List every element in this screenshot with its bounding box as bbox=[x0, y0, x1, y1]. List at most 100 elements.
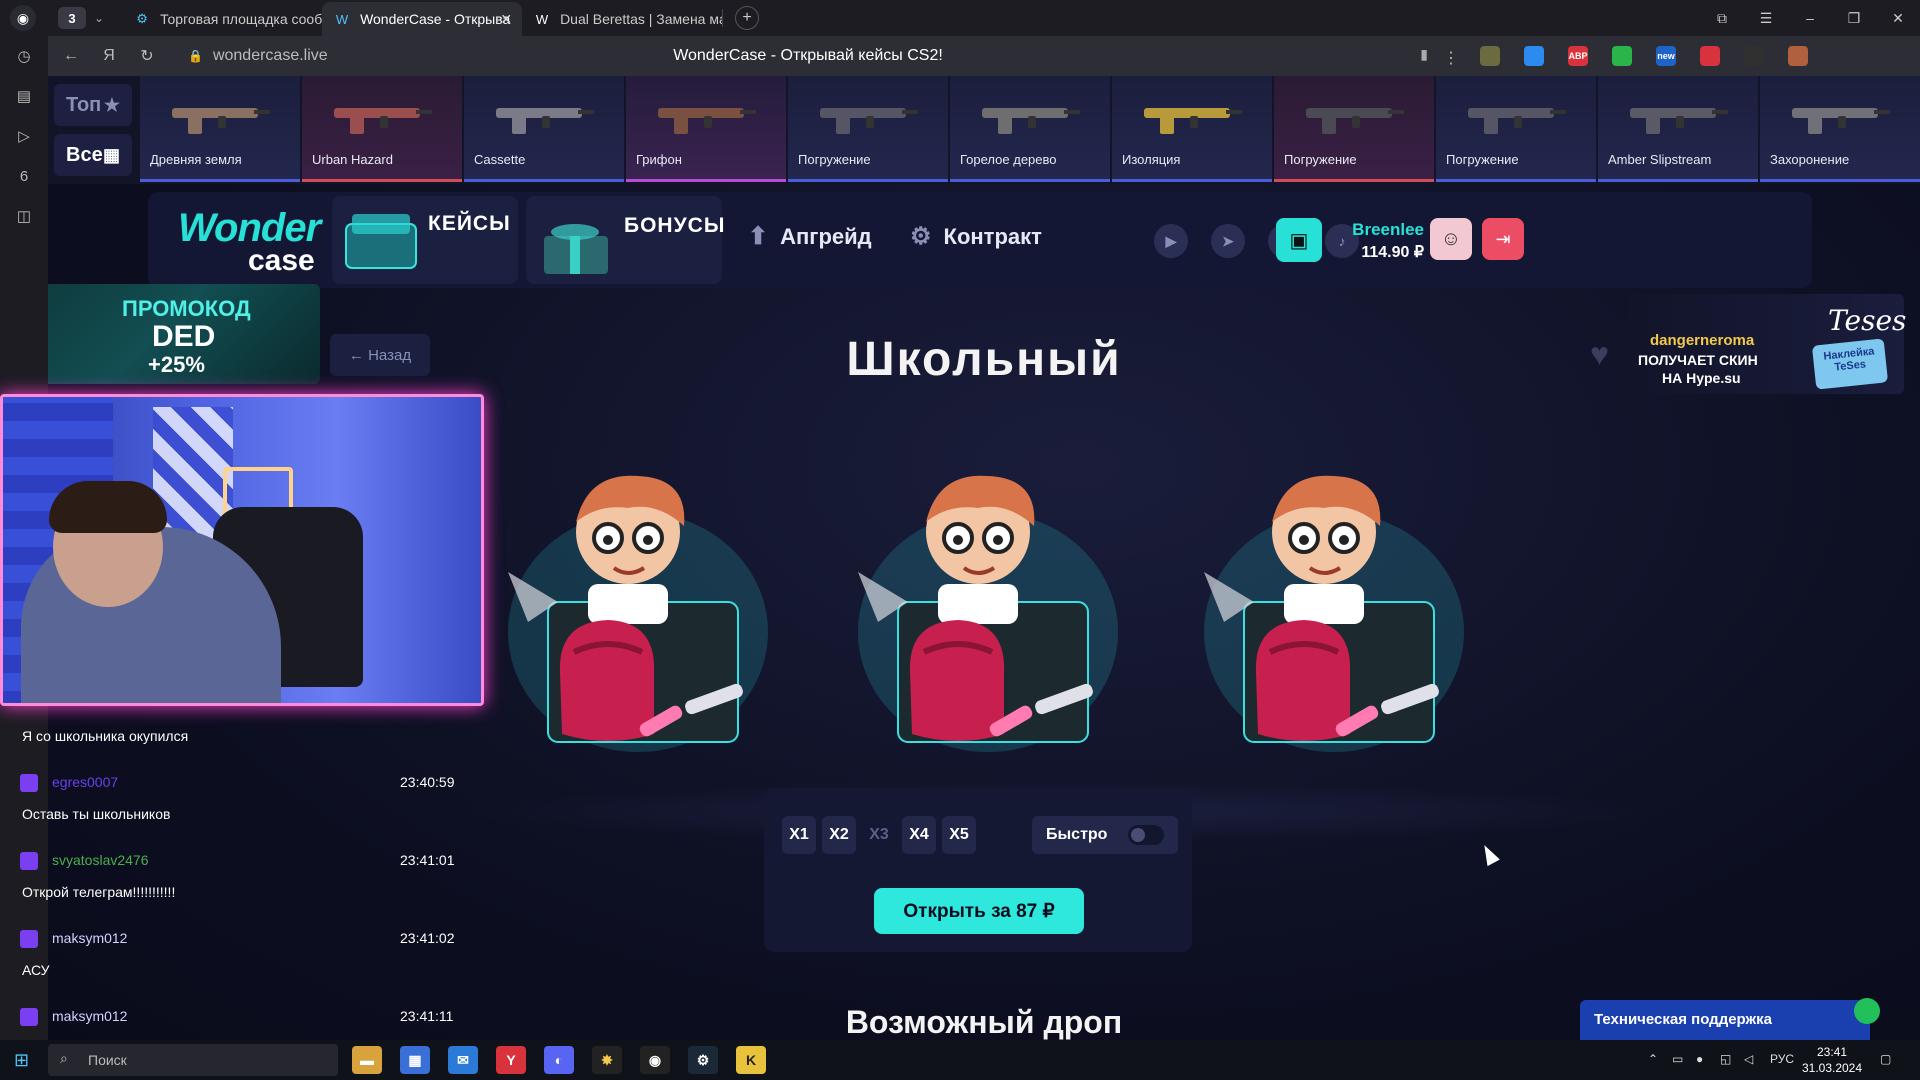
telegram-icon[interactable]: ➤ bbox=[1211, 224, 1245, 258]
drop-item[interactable]: Изоляция bbox=[1112, 76, 1272, 182]
mail-icon[interactable]: ✉ bbox=[448, 1046, 478, 1074]
tray-chevron-icon[interactable]: ⌃ bbox=[1648, 1052, 1658, 1066]
clock-date: 31.03.2024 bbox=[1801, 1061, 1863, 1075]
favorite-heart-icon[interactable]: ♥ bbox=[1590, 336, 1609, 373]
chevron-down-icon[interactable]: ⌄ bbox=[94, 11, 104, 25]
chat-username[interactable]: maksym012 bbox=[52, 930, 127, 946]
drop-item[interactable]: Горелое дерево bbox=[950, 76, 1110, 182]
extension-icon[interactable] bbox=[1524, 46, 1544, 66]
reload-icon[interactable]: ↻ bbox=[128, 46, 166, 66]
fast-toggle[interactable]: Быстро bbox=[1032, 816, 1178, 854]
grid-icon: ▦ bbox=[102, 144, 120, 165]
tray-volume-icon[interactable]: ◁ bbox=[1744, 1052, 1753, 1066]
weapon-skin-icon bbox=[820, 108, 918, 134]
multiplier-button[interactable]: X5 bbox=[942, 816, 976, 854]
tab-steam-market[interactable]: ⚙ Торговая площадка сооб bbox=[122, 2, 322, 36]
filter-top-button[interactable]: Топ ★ bbox=[54, 84, 132, 126]
nav-cases[interactable]: КЕЙСЫ bbox=[332, 196, 518, 284]
open-case-button[interactable]: Открыть за 87 ₽ bbox=[874, 888, 1084, 934]
wondercase-logo[interactable]: Wonder case bbox=[178, 206, 321, 277]
drop-item[interactable]: Amber Slipstream bbox=[1598, 76, 1758, 182]
minimize-icon[interactable]: – bbox=[1788, 10, 1832, 26]
store-icon[interactable]: ▦ bbox=[400, 1046, 430, 1074]
drop-item[interactable]: Погружение bbox=[1274, 76, 1434, 182]
tab-dual-berettas[interactable]: W Dual Berettas | Замена ма bbox=[522, 2, 722, 36]
menu-icon[interactable]: ☰ bbox=[1744, 10, 1788, 27]
nav-upgrade[interactable]: ⬆ Апгрейд bbox=[748, 222, 872, 251]
tray-wifi-icon[interactable]: ◱ bbox=[1720, 1052, 1731, 1066]
close-icon[interactable]: ✕ bbox=[500, 11, 512, 28]
app-sun-icon[interactable]: ✸ bbox=[592, 1046, 622, 1074]
chat-username[interactable]: egres0007 bbox=[52, 774, 118, 790]
play-icon[interactable]: ▷ bbox=[0, 116, 48, 156]
filter-all-button[interactable]: Все ▦ bbox=[54, 134, 132, 176]
youtube-icon[interactable]: ▶ bbox=[1154, 224, 1188, 258]
close-window-icon[interactable]: ✕ bbox=[1876, 10, 1920, 27]
taskbar-clock[interactable]: 23:41 31.03.2024 bbox=[1800, 1044, 1864, 1076]
fast-label: Быстро bbox=[1046, 826, 1108, 843]
extension-icon[interactable] bbox=[1612, 46, 1632, 66]
weapon-skin-icon bbox=[172, 108, 270, 134]
twitch-icon bbox=[20, 930, 38, 948]
wallet-button[interactable]: ▣ bbox=[1276, 218, 1322, 262]
discord-icon[interactable]: ◐ bbox=[544, 1046, 574, 1074]
user-name[interactable]: Breenlee bbox=[1348, 220, 1424, 240]
url-field[interactable]: 🔒 wondercase.live WonderCase - Открывай … bbox=[188, 42, 1428, 70]
bookmark-icon[interactable]: ▮ bbox=[1420, 46, 1428, 63]
chat-username[interactable]: maksym012 bbox=[52, 1008, 127, 1024]
chat-username[interactable]: svyatoslav2476 bbox=[52, 852, 149, 868]
six-icon[interactable]: 6 bbox=[0, 156, 48, 196]
nav-bonuses[interactable]: БОНУСЫ bbox=[526, 196, 724, 284]
drop-item[interactable]: Грифон bbox=[626, 76, 786, 182]
drop-item[interactable]: Cassette bbox=[464, 76, 624, 182]
screenshot-icon[interactable]: ◫ bbox=[0, 196, 48, 236]
logo-case: case bbox=[248, 244, 315, 277]
extension-icon[interactable]: ABP bbox=[1568, 46, 1588, 66]
tray-mic-icon[interactable]: ● bbox=[1696, 1052, 1703, 1066]
tray-network-icon[interactable]: ▭ bbox=[1672, 1052, 1683, 1066]
yandex-icon[interactable]: Я bbox=[90, 47, 128, 65]
tray-language[interactable]: РУС bbox=[1770, 1052, 1794, 1066]
extension-icon[interactable] bbox=[1480, 46, 1500, 66]
search-placeholder: Поиск bbox=[88, 1052, 127, 1068]
tab-wondercase[interactable]: W WonderCase - Открыва ✕ bbox=[322, 2, 523, 36]
page-title-text: WonderCase - Открывай кейсы CS2! bbox=[673, 47, 943, 64]
obs-icon[interactable]: ◉ bbox=[640, 1046, 670, 1074]
multiplier-button[interactable]: X1 bbox=[782, 816, 816, 854]
multiplier-button[interactable]: X2 bbox=[822, 816, 856, 854]
extension-icon[interactable] bbox=[1700, 46, 1720, 66]
extension-icon[interactable] bbox=[1744, 46, 1764, 66]
fast-switch[interactable] bbox=[1128, 825, 1164, 845]
drop-item[interactable]: Захоронение bbox=[1760, 76, 1920, 182]
drop-item[interactable]: Погружение bbox=[788, 76, 948, 182]
steam-taskbar-icon[interactable]: ⚙ bbox=[688, 1046, 718, 1074]
new-tab-button[interactable]: + bbox=[735, 6, 760, 30]
support-button[interactable]: Техническая поддержка bbox=[1580, 1000, 1870, 1040]
drop-item[interactable]: Urban Hazard bbox=[302, 76, 462, 182]
browser-logo-icon[interactable]: ◉ bbox=[10, 5, 36, 31]
tab-label: Торговая площадка сооб bbox=[160, 11, 323, 27]
back-arrow-icon[interactable]: ← bbox=[52, 47, 90, 65]
drop-item[interactable]: Древняя земля bbox=[140, 76, 300, 182]
yandex-browser-icon[interactable]: Y bbox=[496, 1046, 526, 1074]
logout-button[interactable]: ⇥ bbox=[1482, 218, 1524, 260]
nav-contract[interactable]: ⚙ Контракт bbox=[910, 222, 1042, 251]
ad-banner[interactable]: dangerneroma ПОЛУЧАЕТ СКИН НА Hype.su Te… bbox=[1628, 294, 1906, 394]
restore-icon[interactable]: ❐ bbox=[1832, 10, 1876, 27]
windows-start-icon[interactable]: ⊞ bbox=[14, 1050, 29, 1071]
notes-icon[interactable]: ▤ bbox=[0, 76, 48, 116]
notifications-icon[interactable]: ▢ bbox=[1880, 1052, 1891, 1066]
collections-icon[interactable]: ⧉ bbox=[1700, 10, 1744, 27]
extension-icon[interactable]: new bbox=[1656, 46, 1676, 66]
history-icon[interactable]: ◷ bbox=[0, 36, 48, 76]
file-explorer-icon[interactable]: ▬ bbox=[352, 1046, 382, 1074]
taskbar-search[interactable]: ⌕ Поиск bbox=[48, 1044, 338, 1076]
multiplier-button[interactable]: X4 bbox=[902, 816, 936, 854]
more-icon[interactable]: ⋮ bbox=[1432, 48, 1470, 68]
extension-icon[interactable] bbox=[1788, 46, 1808, 66]
avatar[interactable]: ☺ bbox=[1430, 218, 1472, 260]
tab-count-button[interactable]: 3 bbox=[58, 7, 86, 29]
app-k-icon[interactable]: K bbox=[736, 1046, 766, 1074]
multiplier-button[interactable]: X3 bbox=[862, 816, 896, 854]
drop-item[interactable]: Погружение bbox=[1436, 76, 1596, 182]
